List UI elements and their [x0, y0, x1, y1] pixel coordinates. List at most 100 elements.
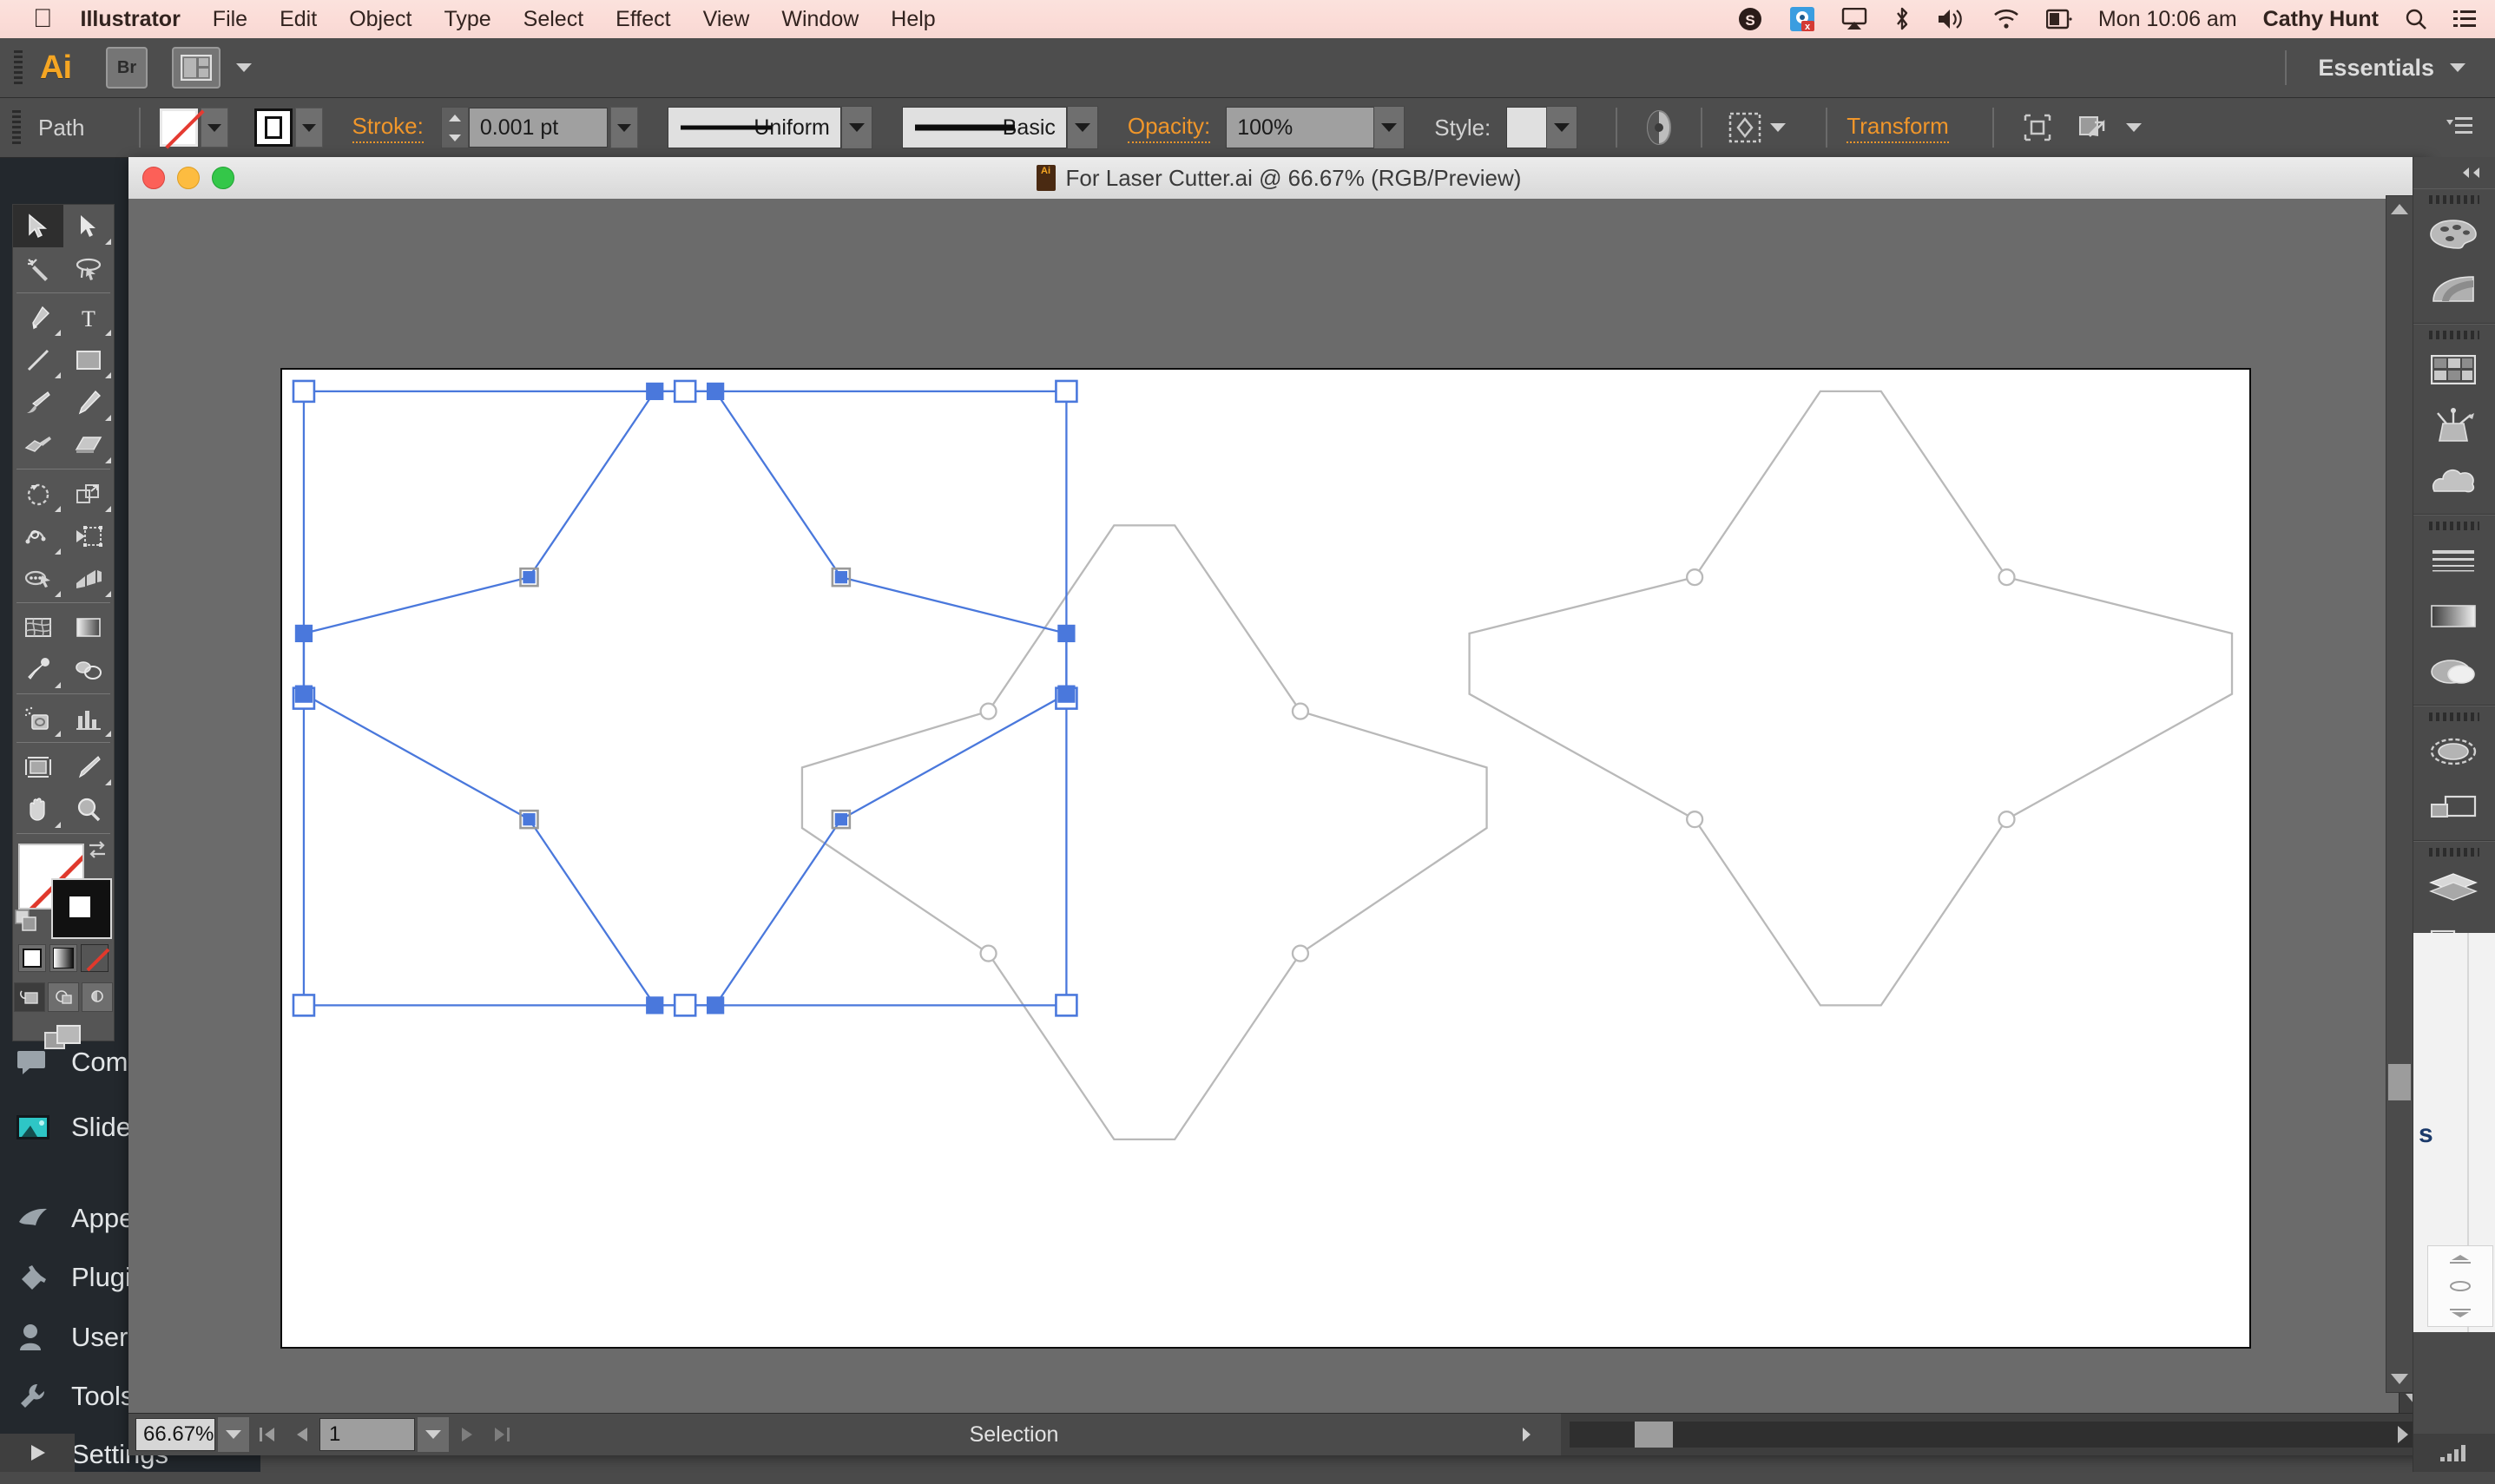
stroke-indicator[interactable] [51, 878, 112, 939]
draw-inside-button[interactable] [82, 982, 113, 1012]
background-status-right[interactable] [2413, 1434, 2495, 1472]
menu-window[interactable]: Window [781, 7, 859, 32]
minimize-button[interactable] [177, 167, 200, 189]
menu-effect[interactable]: Effect [616, 7, 670, 32]
horizontal-scroll-thumb[interactable] [1635, 1422, 1673, 1448]
stroke-weight-stepper[interactable] [440, 107, 469, 148]
menu-help[interactable]: Help [891, 7, 935, 32]
arrange-icon[interactable] [2074, 108, 2112, 147]
arrange-control-chevron-down-icon[interactable] [2125, 123, 2142, 132]
gradient-tool[interactable] [63, 606, 114, 648]
artboard-tool[interactable] [13, 745, 63, 788]
bg-scroll-down-icon[interactable] [2386, 1366, 2413, 1392]
line-segment-tool[interactable] [13, 338, 63, 381]
dock-grip[interactable] [2429, 331, 2479, 339]
menu-type[interactable]: Type [444, 7, 490, 32]
profile-chevron-down-icon[interactable] [840, 106, 872, 149]
apple-icon[interactable]:  [33, 6, 53, 32]
list-icon[interactable] [2453, 10, 2476, 29]
dock-grip[interactable] [2429, 522, 2479, 530]
page-chevron-down-icon[interactable] [417, 1416, 450, 1453]
opacity-control[interactable]: 100% [1226, 106, 1405, 149]
status-text[interactable]: Selection [519, 1422, 1509, 1448]
appearance-panel-icon[interactable] [2413, 724, 2493, 779]
app-badge-icon[interactable]: x [1789, 6, 1815, 32]
brush-chevron-down-icon[interactable] [1066, 106, 1098, 149]
zoom-button[interactable] [212, 167, 234, 189]
collapse-panels-icon[interactable] [2413, 157, 2495, 188]
brush-value[interactable]: Basic [901, 107, 1067, 148]
graphic-style-control[interactable] [1506, 106, 1578, 149]
magic-wand-tool[interactable] [13, 247, 63, 290]
page-number-field[interactable]: 1 [319, 1418, 415, 1451]
display-icon[interactable] [2045, 9, 2072, 30]
lasso-tool[interactable] [63, 247, 114, 290]
paintbrush-tool[interactable] [13, 381, 63, 424]
artboard[interactable] [280, 368, 2251, 1349]
align-icon[interactable] [2018, 108, 2057, 147]
rotate-tool[interactable] [13, 472, 63, 515]
eyedropper-tool[interactable] [13, 648, 63, 691]
menu-edit[interactable]: Edit [280, 7, 317, 32]
transform-label[interactable]: Transform [1847, 113, 1949, 143]
user-label[interactable]: Cathy Hunt [2263, 7, 2379, 32]
bg-scroll-up-icon[interactable] [2386, 196, 2413, 222]
stroke-color-control[interactable] [253, 108, 323, 148]
document-title-bar[interactable]: Ai For Laser Cutter.ai @ 66.67% (RGB/Pre… [128, 157, 2429, 200]
appbar-grip[interactable] [14, 50, 23, 85]
color-button[interactable] [18, 944, 46, 972]
close-button[interactable] [142, 167, 165, 189]
bridge-button[interactable]: Br [106, 47, 148, 89]
none-button[interactable] [81, 944, 109, 972]
gradient-panel-icon[interactable] [2413, 588, 2493, 644]
menu-view[interactable]: View [703, 7, 750, 32]
stroke-weight-chevron-down-icon[interactable] [609, 107, 638, 148]
controlbar-grip[interactable] [12, 110, 21, 145]
stroke-chevron-down-icon[interactable] [294, 108, 323, 148]
volume-icon[interactable] [1937, 8, 1966, 30]
zoom-chevron-down-icon[interactable] [217, 1416, 250, 1453]
bg-scroll-thumb[interactable] [2388, 1064, 2411, 1100]
stroke-swatch[interactable] [253, 108, 293, 147]
background-window-scrollbar[interactable] [2386, 195, 2413, 1393]
slice-tool[interactable] [63, 745, 114, 788]
layers-panel-icon[interactable] [2413, 859, 2493, 915]
scale-tool[interactable] [63, 472, 114, 515]
width-tool[interactable] [13, 515, 63, 557]
opacity-label[interactable]: Opacity: [1127, 113, 1211, 143]
dock-grip[interactable] [2429, 712, 2479, 721]
previous-page-button[interactable] [285, 1415, 319, 1454]
canvas-area[interactable] [128, 199, 2429, 1414]
brushes-panel-icon[interactable] [2413, 397, 2493, 453]
opacity-mask-icon[interactable] [1642, 108, 1676, 147]
shape-builder-tool[interactable] [13, 557, 63, 600]
opacity-value[interactable]: 100% [1226, 107, 1374, 148]
menu-object[interactable]: Object [349, 7, 411, 32]
pencil-tool[interactable] [63, 381, 114, 424]
peek-widget[interactable] [2427, 1245, 2493, 1327]
mesh-tool[interactable] [13, 606, 63, 648]
eraser-tool[interactable] [63, 424, 114, 466]
transparency-panel-icon[interactable] [2413, 644, 2493, 699]
draw-normal-button[interactable] [14, 982, 45, 1012]
column-graph-tool[interactable] [63, 697, 114, 739]
style-swatch[interactable] [1506, 107, 1547, 148]
default-fill-stroke-icon[interactable] [15, 909, 39, 936]
menu-select[interactable]: Select [523, 7, 583, 32]
brush-definition-control[interactable]: Basic [901, 106, 1098, 149]
horizontal-scroll-track[interactable] [1570, 1422, 2438, 1448]
clock-label[interactable]: Mon 10:06 am [2098, 7, 2237, 32]
free-transform-tool[interactable] [63, 515, 114, 557]
draw-behind-button[interactable] [48, 982, 79, 1012]
stroke-weight-value[interactable]: 0.001 pt [468, 108, 608, 148]
menu-file[interactable]: File [213, 7, 247, 32]
wifi-icon[interactable] [1992, 9, 2020, 30]
symbol-sprayer-tool[interactable] [13, 697, 63, 739]
next-page-button[interactable] [450, 1415, 484, 1454]
bluetooth-icon[interactable] [1893, 6, 1911, 32]
stroke-profile-control[interactable]: Uniform [667, 106, 872, 149]
status-expand-icon[interactable] [1509, 1415, 1544, 1454]
rectangle-tool[interactable] [63, 338, 114, 381]
menu-illustrator[interactable]: Illustrator [81, 7, 181, 32]
style-chevron-down-icon[interactable] [1546, 106, 1578, 149]
